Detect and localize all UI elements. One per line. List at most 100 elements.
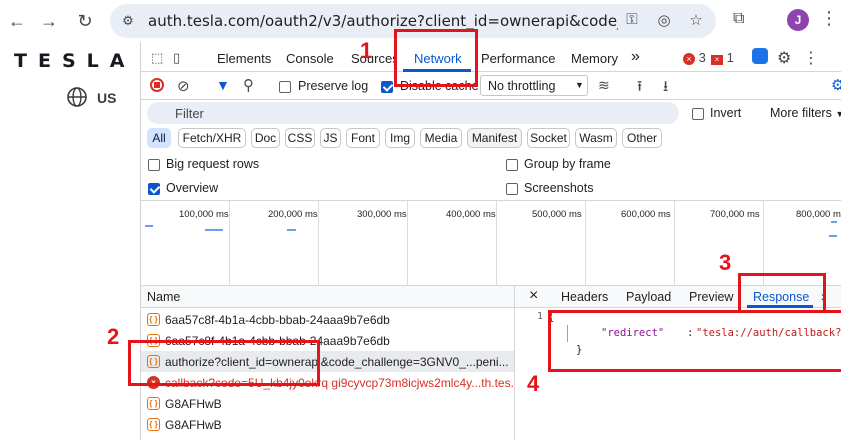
throttling-value: No throttling	[488, 79, 556, 93]
timeline-tick: 800,000 ms	[796, 209, 841, 220]
screenshots-label: Screenshots	[524, 181, 594, 195]
inspect-element-icon[interactable]: ⬚	[151, 50, 163, 66]
devtools-menu-icon[interactable]: ⋮	[803, 48, 819, 68]
issue-icon: ×	[711, 55, 723, 65]
timeline-overview[interactable]: 100,000 ms 200,000 ms 300,000 ms 400,000…	[141, 200, 841, 287]
resource-type-filter: All Fetch/XHR Doc CSS JS Font Img Media …	[141, 126, 841, 150]
error-count: 3	[698, 50, 706, 65]
table-row[interactable]: { } G8AFHwB	[141, 393, 514, 414]
request-list-header: Name	[141, 286, 514, 308]
filter-bar: ▼ Invert More filters ▼	[141, 100, 841, 126]
error-count-badge[interactable]: × 3	[683, 50, 706, 65]
type-fetch-xhr[interactable]: Fetch/XHR	[178, 128, 246, 148]
network-conditions-icon[interactable]: ≋	[598, 77, 610, 94]
chevron-down-icon: ▼	[835, 109, 841, 119]
reload-icon[interactable]: ↻	[72, 8, 98, 34]
more-filters-dropdown[interactable]: More filters ▼	[770, 106, 841, 120]
forward-icon[interactable]: →	[36, 8, 62, 34]
screenshots-checkbox[interactable]	[506, 181, 518, 195]
bookmark-star-icon[interactable]: ☆	[686, 11, 706, 31]
clear-icon[interactable]: ⊘	[177, 77, 190, 95]
record-stop-icon[interactable]	[150, 78, 164, 95]
fetch-icon: { }	[147, 313, 160, 326]
preserve-log-checkbox[interactable]	[279, 79, 291, 93]
type-all[interactable]: All	[147, 128, 171, 148]
timeline-tick: 100,000 ms	[179, 209, 229, 220]
request-name: G8AFHwB	[165, 418, 222, 432]
more-filters-label: More filters	[770, 106, 832, 120]
type-other[interactable]: Other	[622, 128, 662, 148]
tab-headers[interactable]: Headers	[561, 290, 608, 304]
tab-sources[interactable]: Sources	[351, 51, 395, 66]
type-socket[interactable]: Socket	[527, 128, 570, 148]
line-number: 1	[537, 311, 544, 322]
fetch-icon: { }	[147, 418, 160, 431]
warning-count-badge[interactable]: × 1	[711, 50, 734, 65]
big-request-rows-checkbox[interactable]	[148, 157, 160, 171]
tab-performance[interactable]: Performance	[481, 51, 555, 66]
type-wasm[interactable]: Wasm	[575, 128, 617, 148]
tab-console[interactable]: Console	[286, 51, 334, 66]
disable-cache-checkbox[interactable]	[381, 79, 393, 93]
annotation-number-1: 1	[360, 38, 373, 63]
invert-checkbox[interactable]	[692, 106, 704, 120]
type-manifest[interactable]: Manifest	[467, 128, 522, 148]
tesla-page: TESLA US	[0, 42, 140, 440]
request-name: 6aa57c8f-4b1a-4cbb-bbab-24aaa9b7e6db	[165, 313, 390, 327]
device-toolbar-icon[interactable]: ▯	[173, 50, 180, 66]
big-request-rows-label: Big request rows	[166, 157, 260, 171]
devtools-tabbar: ⬚ ▯ Elements Console Sources Network Per…	[141, 42, 841, 72]
group-by-frame-label: Group by frame	[524, 157, 611, 171]
name-column-header[interactable]: Name	[147, 290, 180, 304]
timeline-tick: 700,000 ms	[710, 209, 760, 220]
url-text[interactable]: auth.tesla.com/oauth2/v3/authorize?clien…	[148, 12, 618, 30]
fetch-icon: { }	[147, 397, 160, 410]
error-icon: ×	[683, 53, 695, 65]
ai-assistance-icon[interactable]	[752, 48, 768, 67]
tesla-logo[interactable]: TESLA	[14, 50, 135, 72]
extensions-icon[interactable]: ⧉	[733, 10, 744, 28]
browser-menu-icon[interactable]: ⋮	[820, 8, 838, 29]
type-img[interactable]: Img	[385, 128, 415, 148]
annotation-box-response-tab	[738, 273, 826, 313]
filter-input[interactable]	[147, 102, 679, 124]
tab-memory[interactable]: Memory	[571, 51, 618, 66]
search-icon[interactable]: ⚲	[243, 76, 254, 94]
settings-gear-icon[interactable]: ⚙	[777, 48, 791, 68]
more-tabs-icon[interactable]: »	[631, 48, 640, 66]
tab-elements[interactable]: Elements	[217, 51, 271, 66]
warning-count: 1	[726, 50, 734, 65]
key-icon[interactable]: ⚿	[622, 11, 642, 31]
back-icon[interactable]: ←	[4, 8, 30, 34]
profile-avatar[interactable]: J	[787, 9, 809, 31]
group-by-frame-checkbox[interactable]	[506, 157, 518, 171]
filter-funnel-icon[interactable]: ▼	[216, 77, 230, 93]
timeline-bar	[287, 229, 296, 231]
annotation-box-network	[394, 29, 478, 87]
export-har-icon[interactable]: ⭳	[663, 76, 668, 101]
annotation-box-response-body	[548, 310, 841, 372]
import-har-icon[interactable]: ⭱	[637, 76, 642, 101]
timeline-tick: 600,000 ms	[621, 209, 671, 220]
type-media[interactable]: Media	[420, 128, 462, 148]
annotation-number-3: 3	[719, 250, 732, 275]
site-settings-icon[interactable]: ⚙	[120, 13, 136, 29]
globe-icon[interactable]	[66, 86, 88, 108]
type-font[interactable]: Font	[346, 128, 380, 148]
chevron-down-icon: ▼	[575, 80, 584, 90]
region-label[interactable]: US	[97, 90, 116, 106]
eye-off-icon[interactable]: ◎	[654, 11, 674, 31]
network-settings-icon[interactable]: ⚙	[831, 76, 841, 94]
type-doc[interactable]: Doc	[251, 128, 280, 148]
overview-checkbox[interactable]	[148, 181, 160, 195]
close-icon[interactable]: ×	[529, 287, 538, 305]
tab-payload[interactable]: Payload	[626, 290, 671, 304]
throttling-select[interactable]: No throttling ▼	[480, 75, 588, 96]
table-row[interactable]: { } G8AFHwB	[141, 414, 514, 435]
overview-label: Overview	[166, 181, 219, 195]
table-row[interactable]: { } 6aa57c8f-4b1a-4cbb-bbab-24aaa9b7e6db	[141, 309, 514, 330]
type-js[interactable]: JS	[320, 128, 341, 148]
timeline-bar	[145, 225, 153, 227]
type-css[interactable]: CSS	[285, 128, 315, 148]
tab-preview[interactable]: Preview	[689, 290, 733, 304]
